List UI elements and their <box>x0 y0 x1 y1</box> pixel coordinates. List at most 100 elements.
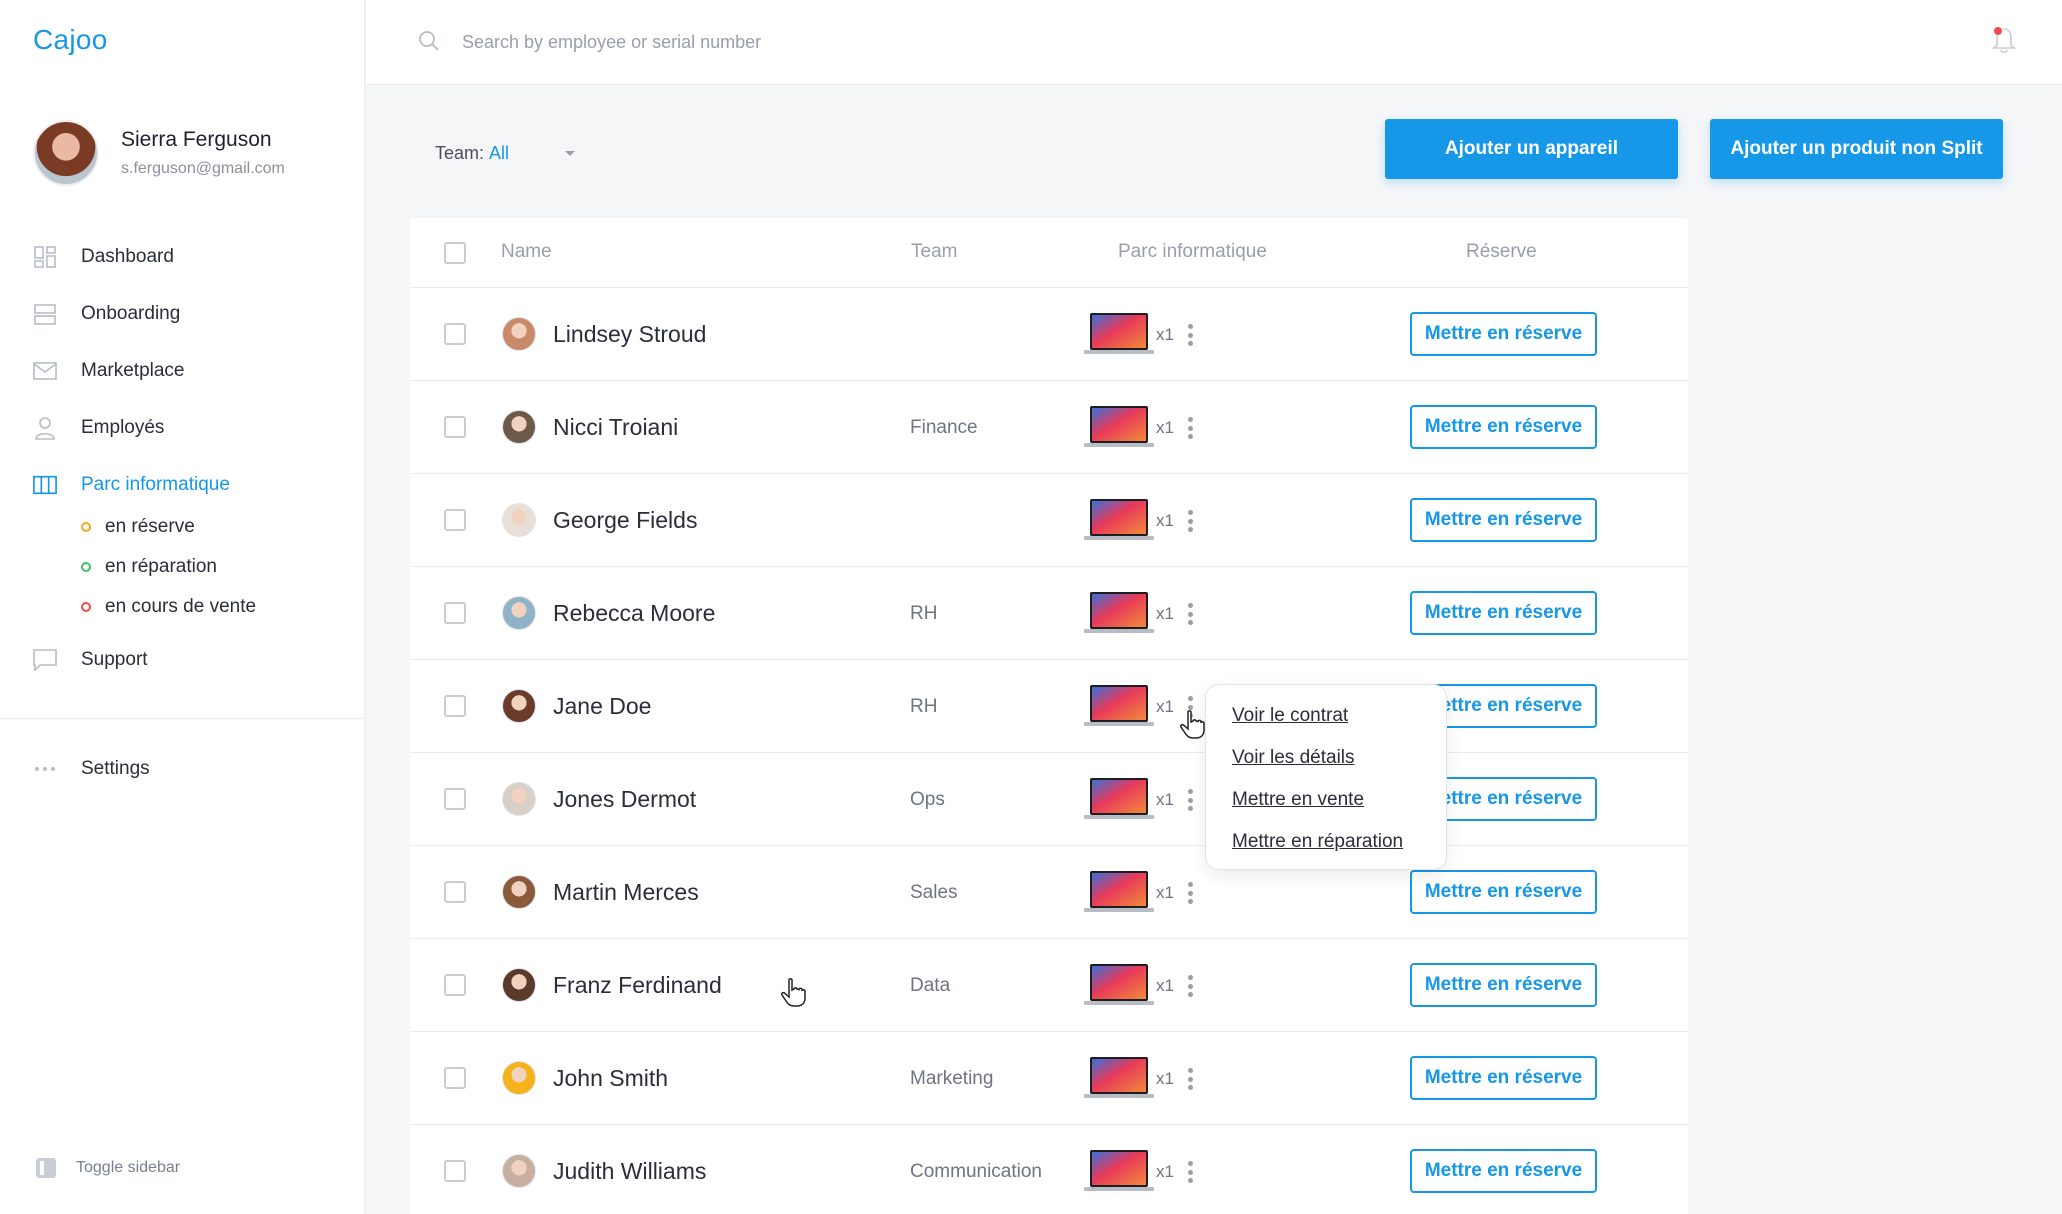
sidebar-item-label: Dashboard <box>81 245 174 267</box>
reserve-button[interactable]: Mettre en réserve <box>1410 870 1597 914</box>
sidebar-item-dashboard[interactable]: Dashboard <box>33 228 353 285</box>
column-header-parc[interactable]: Parc informatique <box>1118 241 1267 263</box>
kebab-menu-icon[interactable] <box>1186 1161 1194 1183</box>
sidebar-item-label: Support <box>81 648 148 670</box>
team-filter-dropdown[interactable]: Team: All <box>435 143 576 164</box>
row-checkbox[interactable] <box>444 602 466 624</box>
menu-item-voir-contrat[interactable]: Voir le contrat <box>1232 703 1446 745</box>
toggle-sidebar-button[interactable]: Toggle sidebar <box>36 1158 180 1178</box>
sidebar-item-marketplace[interactable]: Marketplace <box>33 342 353 399</box>
user-name: Sierra Ferguson <box>121 128 272 151</box>
toggle-sidebar-label: Toggle sidebar <box>76 1159 181 1176</box>
user-email: s.ferguson@gmail.com <box>121 160 285 177</box>
subnav-item-en-cours-de-vente[interactable]: en cours de vente <box>81 587 353 627</box>
menu-item-mettre-en-reparation[interactable]: Mettre en réparation <box>1232 829 1446 871</box>
column-header-name[interactable]: Name <box>501 241 552 263</box>
employee-name: Martin Merces <box>553 879 699 905</box>
table-row[interactable]: George Fields x1 Mettre en réserve <box>410 474 1688 567</box>
reserve-button[interactable]: Mettre en réserve <box>1410 963 1597 1007</box>
sidebar-item-settings[interactable]: Settings <box>33 740 150 797</box>
employee-name: Lindsey Stroud <box>553 321 707 347</box>
kebab-menu-icon[interactable] <box>1186 510 1194 532</box>
sidebar-item-label: Settings <box>81 757 150 779</box>
select-all-checkbox[interactable] <box>444 242 466 264</box>
sidebar-item-parc-informatique[interactable]: Parc informatique <box>33 456 353 513</box>
employee-name: John Smith <box>553 1065 669 1091</box>
column-header-team[interactable]: Team <box>911 241 957 263</box>
sidebar-item-support[interactable]: Support <box>33 631 353 688</box>
reserve-button[interactable]: Mettre en réserve <box>1410 591 1597 635</box>
add-device-button[interactable]: Ajouter un appareil <box>1385 119 1678 179</box>
user-profile[interactable]: Sierra Ferguson s.ferguson@gmail.com <box>33 120 285 186</box>
kebab-menu-icon[interactable] <box>1186 417 1194 439</box>
table-row[interactable]: Judith Williams Communication x1 Mettre en … <box>410 1125 1688 1214</box>
avatar <box>502 968 536 1002</box>
user-icon <box>33 416 57 440</box>
subnav-item-en-reserve[interactable]: en réserve <box>81 507 353 547</box>
caret-down-icon <box>565 151 576 156</box>
subnav-label: en réserve <box>105 516 195 537</box>
table-row[interactable]: Martin Merces Sales x1 Mettre en réserve <box>410 846 1688 939</box>
kebab-menu-icon[interactable] <box>1186 324 1194 346</box>
table-row[interactable]: Jane Doe RH x1 Mettre en réserve <box>410 660 1688 753</box>
kebab-menu-icon[interactable] <box>1186 1068 1194 1090</box>
reserve-button[interactable]: Mettre en réserve <box>1410 312 1597 356</box>
kebab-menu-icon[interactable] <box>1186 882 1194 904</box>
kebab-menu-icon[interactable] <box>1186 603 1194 625</box>
row-checkbox[interactable] <box>444 509 466 531</box>
reserve-button[interactable]: Mettre en réserve <box>1410 498 1597 542</box>
avatar <box>502 317 536 351</box>
add-non-split-product-button[interactable]: Ajouter un produit non Split <box>1710 119 2003 179</box>
reserve-button[interactable]: Mettre en réserve <box>1410 1056 1597 1100</box>
kebab-menu-icon[interactable] <box>1186 789 1194 811</box>
device-count: x1 <box>1156 1162 1174 1181</box>
row-checkbox[interactable] <box>444 416 466 438</box>
sidebar-item-onboarding[interactable]: Onboarding <box>33 285 353 342</box>
laptop-icon <box>1084 685 1154 726</box>
sidebar-item-label: Employés <box>81 416 165 438</box>
employee-name: Jones Dermot <box>553 786 697 812</box>
laptop-icon <box>1084 871 1154 912</box>
row-checkbox[interactable] <box>444 974 466 996</box>
table-row[interactable]: Nicci Troiani Finance x1 Mettre en réserve <box>410 381 1688 474</box>
kebab-menu-icon[interactable] <box>1186 975 1194 997</box>
table-row[interactable]: John Smith Marketing x1 Mettre en réserve <box>410 1032 1688 1125</box>
table-row[interactable]: Jones Dermot Ops x1 Mettre en réserve <box>410 753 1688 846</box>
app-logo[interactable]: Cajoo <box>33 24 108 56</box>
device-count: x1 <box>1156 325 1174 344</box>
sidebar-item-label: Parc informatique <box>81 473 230 495</box>
menu-item-voir-details[interactable]: Voir les détails <box>1232 745 1446 787</box>
sidebar-toggle-icon <box>36 1158 56 1178</box>
row-checkbox[interactable] <box>444 1067 466 1089</box>
table-row[interactable]: Rebecca Moore RH x1 Mettre en réserve <box>410 567 1688 660</box>
chat-icon <box>33 648 57 672</box>
row-checkbox[interactable] <box>444 788 466 810</box>
sidebar-divider <box>0 718 365 719</box>
employee-team: RH <box>910 696 938 717</box>
table-row[interactable]: Lindsey Stroud x1 Mettre en réserve <box>410 288 1688 381</box>
subnav-item-en-reparation[interactable]: en réparation <box>81 547 353 587</box>
device-count: x1 <box>1156 418 1174 437</box>
sidebar-nav: Dashboard Onboarding Marketplace Employé… <box>33 228 353 688</box>
row-checkbox[interactable] <box>444 1160 466 1182</box>
reserve-button[interactable]: Mettre en réserve <box>1410 405 1597 449</box>
menu-item-mettre-en-vente[interactable]: Mettre en vente <box>1232 787 1446 829</box>
status-dot <box>81 522 91 532</box>
dashboard-icon <box>33 245 57 269</box>
laptop-icon <box>1084 313 1154 354</box>
mail-icon <box>33 359 57 383</box>
reserve-button[interactable]: Mettre en réserve <box>1410 1149 1597 1193</box>
column-header-reserve[interactable]: Réserve <box>1466 241 1537 263</box>
search-input[interactable] <box>462 24 1062 60</box>
laptop-icon <box>1084 1057 1154 1098</box>
row-checkbox[interactable] <box>444 695 466 717</box>
row-checkbox[interactable] <box>444 323 466 345</box>
team-filter-label: Team: <box>435 143 485 163</box>
employee-team: RH <box>910 603 938 624</box>
row-checkbox[interactable] <box>444 881 466 903</box>
onboarding-icon <box>33 302 57 326</box>
notification-badge <box>1993 26 2003 36</box>
sidebar-item-employes[interactable]: Employés <box>33 399 353 456</box>
hand-cursor-icon <box>1180 710 1205 739</box>
table-row[interactable]: Franz Ferdinand Data x1 Mettre en réserve <box>410 939 1688 1032</box>
